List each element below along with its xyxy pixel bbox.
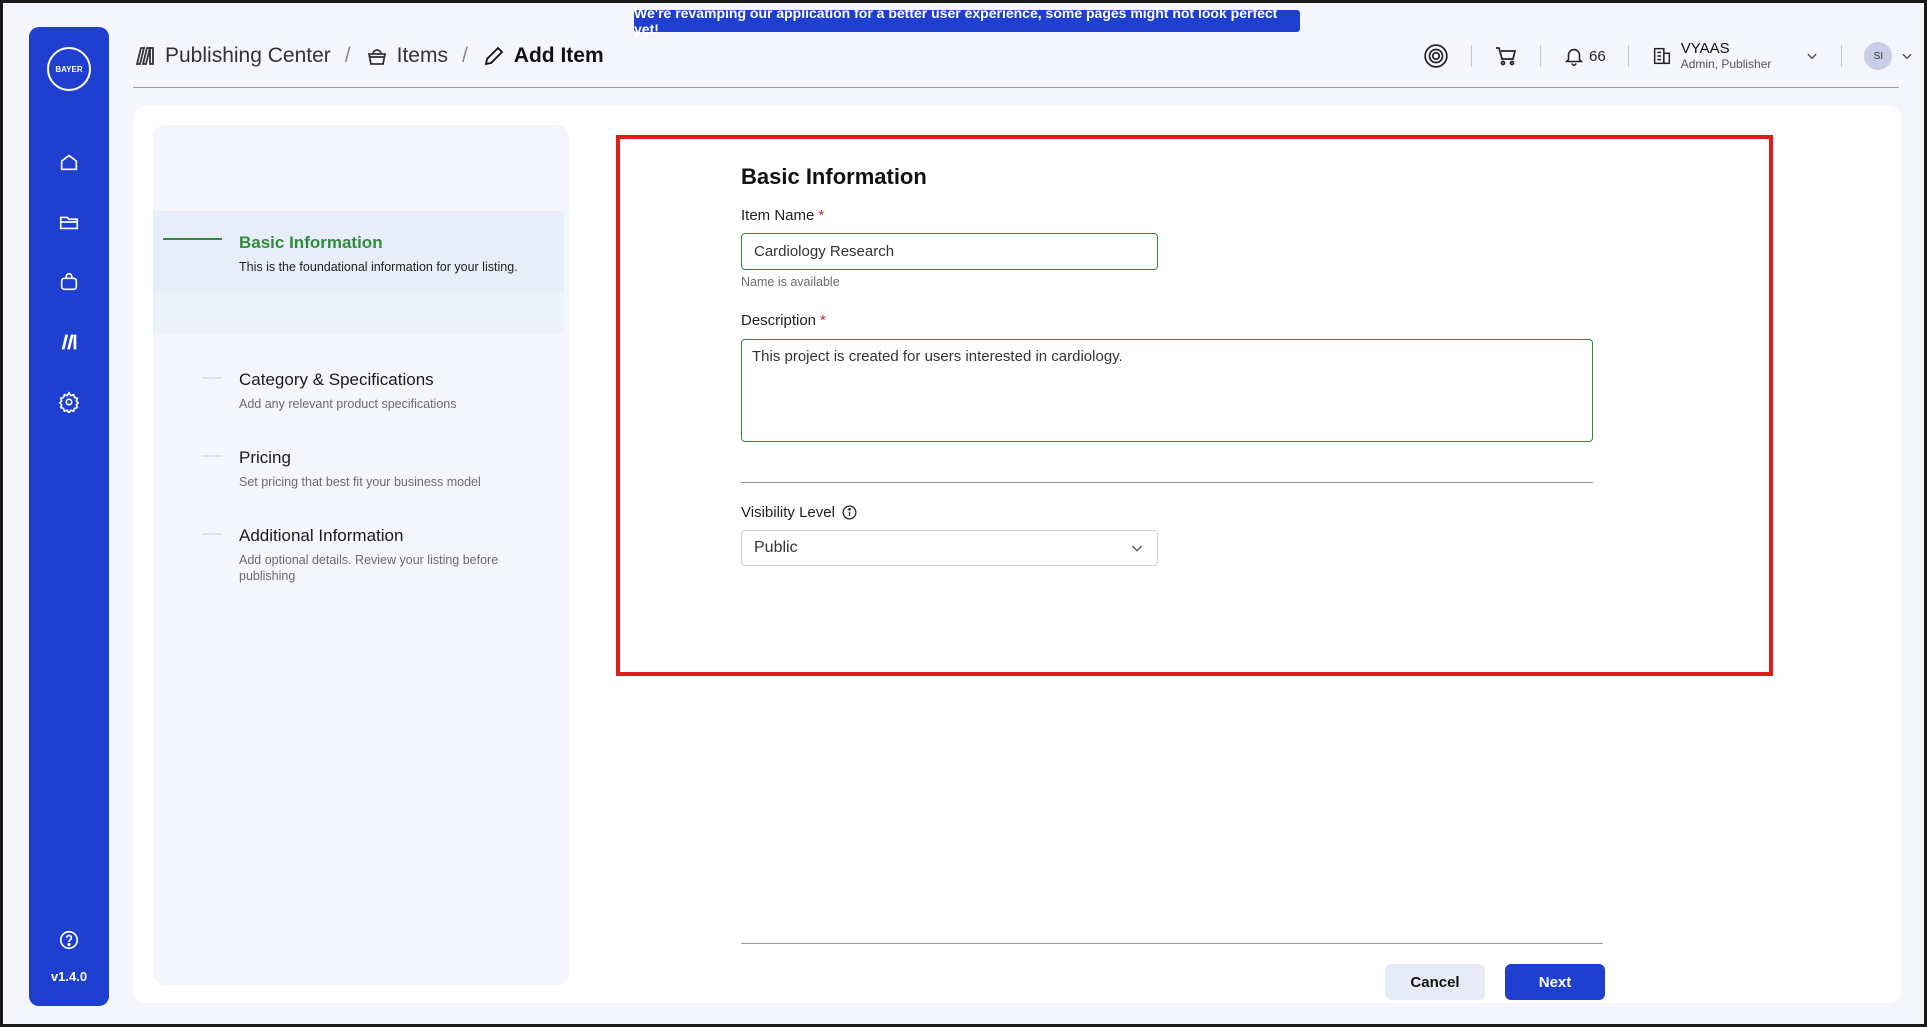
breadcrumb-separator: / <box>461 44 468 67</box>
settings-icon[interactable] <box>56 389 82 415</box>
form-divider <box>741 482 1593 483</box>
support-icon[interactable] <box>1423 43 1449 69</box>
bell-icon <box>1563 45 1585 67</box>
notifications-count: 66 <box>1589 47 1606 65</box>
selected-value: Public <box>754 539 798 556</box>
item-name-helper: Name is available <box>741 275 840 289</box>
chevron-down-icon <box>1805 49 1819 63</box>
revamp-banner: We're revamping our application for a be… <box>634 5 1300 37</box>
breadcrumb-add-item: Add Item <box>482 44 604 68</box>
help-icon[interactable] <box>56 927 82 953</box>
user-menu[interactable]: SI <box>1864 42 1914 70</box>
step-description: Add any relevant product specifications <box>239 397 457 411</box>
step-indicator <box>202 533 222 535</box>
breadcrumb-items[interactable]: Items <box>365 44 448 68</box>
header-divider-line <box>133 87 1899 88</box>
version-label: v1.4.0 <box>50 969 88 984</box>
bag-icon[interactable] <box>56 269 82 295</box>
breadcrumb: Publishing Center / Items / Add Item <box>133 41 604 71</box>
publishing-icon[interactable] <box>56 329 82 355</box>
required-mark: * <box>820 312 826 329</box>
active-step-underlay <box>153 293 564 333</box>
label-text: Item Name <box>741 207 815 224</box>
breadcrumb-label: Publishing Center <box>165 44 331 67</box>
breadcrumb-label: Add Item <box>513 44 604 67</box>
header-actions: 66 VYAAS Admin, Publisher SI <box>1423 39 1914 73</box>
form-title: Basic Information <box>741 164 927 189</box>
visibility-level-select[interactable]: Public <box>741 530 1158 566</box>
visibility-level-label: Visibility Level <box>741 504 858 521</box>
required-mark: * <box>818 207 825 224</box>
chevron-down-icon <box>1900 49 1914 63</box>
item-name-input[interactable] <box>741 233 1158 270</box>
header-divider <box>1471 45 1472 67</box>
notifications-button[interactable]: 66 <box>1563 45 1606 67</box>
footer-divider <box>741 943 1603 944</box>
step-basic-information[interactable]: Basic Information This is the foundation… <box>239 233 559 275</box>
next-button[interactable]: Next <box>1505 964 1605 1000</box>
org-role: Admin, Publisher <box>1680 57 1772 71</box>
publishing-icon <box>133 44 157 68</box>
item-name-label: Item Name * <box>741 207 824 224</box>
step-indicator-active <box>163 238 222 240</box>
step-title: Basic Information <box>239 233 383 252</box>
step-pricing[interactable]: Pricing Set pricing that best fit your b… <box>239 448 559 490</box>
description-label: Description * <box>741 312 826 329</box>
header-divider <box>1627 45 1629 67</box>
breadcrumb-separator: / <box>344 44 351 67</box>
org-switcher[interactable]: VYAAS Admin, Publisher <box>1651 41 1820 71</box>
step-additional-information[interactable]: Additional Information Add optional deta… <box>239 526 539 584</box>
step-title: Additional Information <box>239 526 404 545</box>
chevron-down-icon <box>1129 540 1145 556</box>
step-title: Pricing <box>239 448 291 467</box>
step-description: Add optional details. Review your listin… <box>239 553 499 583</box>
step-description: Set pricing that best fit your business … <box>239 475 481 489</box>
home-icon[interactable] <box>56 149 82 175</box>
folder-icon[interactable] <box>56 209 82 235</box>
step-description: This is the foundational information for… <box>239 260 518 274</box>
breadcrumb-publishing-center[interactable]: Publishing Center <box>133 44 331 68</box>
step-indicator <box>202 377 222 379</box>
building-icon <box>1651 45 1673 67</box>
description-textarea[interactable]: This project is created for users intere… <box>741 339 1593 442</box>
sidebar: BAYER v1.4.0 <box>29 27 109 1006</box>
basket-icon <box>365 44 389 68</box>
avatar: SI <box>1864 42 1893 70</box>
info-icon[interactable] <box>841 504 858 521</box>
label-text: Description <box>741 312 817 329</box>
cart-icon[interactable] <box>1494 44 1518 68</box>
breadcrumb-label: Items <box>396 44 448 67</box>
app-window: We're revamping our application for a be… <box>0 0 1927 1027</box>
header-divider <box>1540 45 1541 67</box>
step-title: Category & Specifications <box>239 370 434 389</box>
step-category-specifications[interactable]: Category & Specifications Add any releva… <box>239 370 559 412</box>
pencil-icon <box>482 44 506 68</box>
step-indicator <box>202 455 222 457</box>
label-text: Visibility Level <box>741 504 835 521</box>
org-name: VYAAS <box>1680 40 1730 57</box>
cancel-button[interactable]: Cancel <box>1385 964 1485 1000</box>
header-divider <box>1841 45 1843 67</box>
bayer-logo: BAYER <box>47 47 91 91</box>
